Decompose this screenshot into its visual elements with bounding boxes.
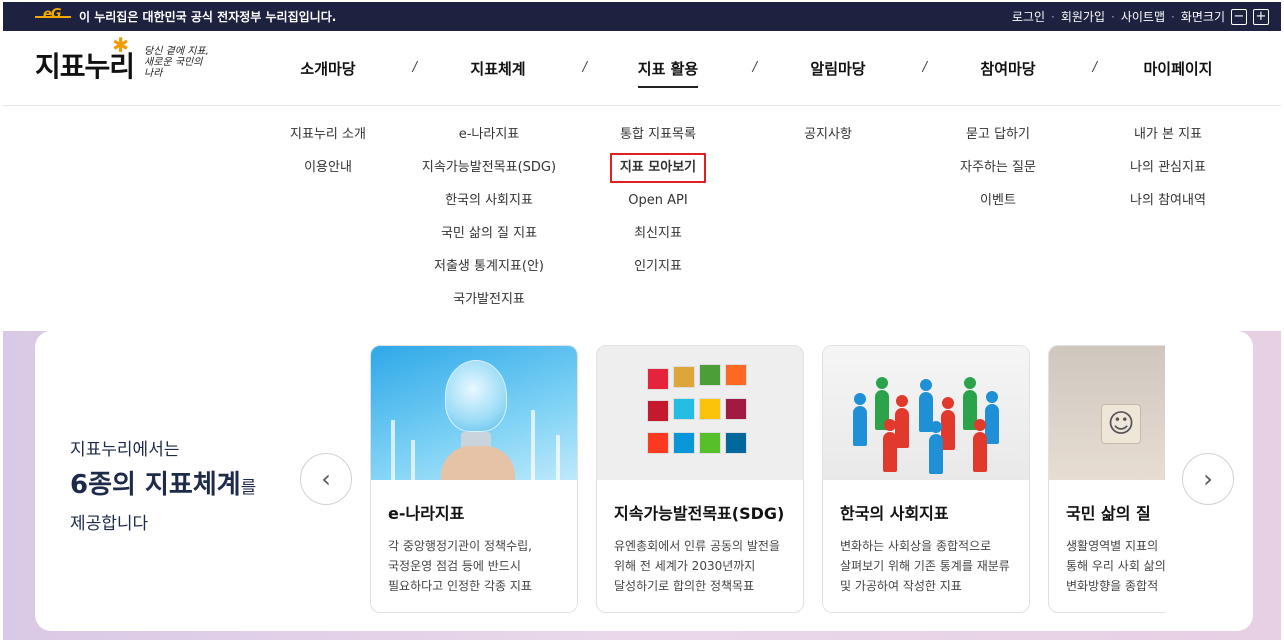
card-desc: 생활영역별 지표의 통해 우리 사회 삶의 변화방향을 종합적 <box>1066 539 1165 593</box>
submenu-mypage: 내가 본 지표 나의 관심지표 나의 참여내역 <box>1083 125 1253 224</box>
nav-indicator-system[interactable]: 지표체계 / <box>413 58 587 79</box>
site-logo[interactable]: 지표누리 ✱ 당신 곁에 지표, 새로운 국민의 나라 <box>35 33 214 85</box>
login-link[interactable]: 로그인 <box>1012 8 1045 25</box>
submenu-item[interactable]: 내가 본 지표 <box>1083 125 1253 158</box>
nav-indicator-use[interactable]: 지표 활용 / <box>583 58 757 88</box>
card-desc: 각 중앙행정기관이 정책수립, 국정운영 점검 등에 반드시 필요하다고 인정한… <box>388 539 532 593</box>
indicator-carousel: e-나라지표 각 중앙행정기관이 정책수립, 국정운영 점검 등에 반드시 필요… <box>370 345 1165 615</box>
sdg-cube-image <box>597 346 803 480</box>
nav-notice[interactable]: 알림마당 / <box>753 58 927 79</box>
submenu-item[interactable]: 자주하는 질문 <box>913 158 1083 191</box>
submenu-intro: 지표누리 소개 이용안내 <box>243 125 413 191</box>
intro-line2: 6종의 지표체계를 <box>70 470 257 500</box>
submenu-item[interactable]: 저출생 통계지표(안) <box>403 257 575 290</box>
submenu-item[interactable]: 국가발전지표 <box>403 290 575 323</box>
gov-notice: eG 이 누리집은 대한민국 공식 전자정부 누리집입니다. <box>35 7 337 25</box>
separator-dot: · <box>1051 9 1055 24</box>
smile-block-image: ☺ <box>1049 346 1165 480</box>
submenu-participation: 묻고 답하기 자주하는 질문 이벤트 <box>913 125 1083 224</box>
card-e-nara[interactable]: e-나라지표 각 중앙행정기관이 정책수립, 국정운영 점검 등에 반드시 필요… <box>370 345 578 613</box>
indicator-system-section: 지표누리에서는 6종의 지표체계를 제공합니다 ‹ e-나라지표 각 중앙행정기… <box>3 331 1281 640</box>
submenu-item[interactable]: 국민 삶의 질 지표 <box>403 224 575 257</box>
intro-line3: 제공합니다 <box>70 514 149 534</box>
nav-intro[interactable]: 소개마당 / <box>243 58 417 79</box>
intro-text: 지표누리에서는 6종의 지표체계를 제공합니다 <box>70 435 256 534</box>
submenu-notice: 공지사항 <box>743 125 913 158</box>
submenu-item[interactable]: 이용안내 <box>243 158 413 191</box>
egov-logo: eG <box>35 7 71 24</box>
card-title: 지속가능발전목표(SDG) <box>614 504 785 523</box>
submenu-item[interactable]: 인기지표 <box>573 257 743 290</box>
signup-link[interactable]: 회원가입 <box>1061 8 1105 25</box>
submenu-item[interactable]: 한국의 사회지표 <box>403 191 575 224</box>
indicator-panel: 지표누리에서는 6종의 지표체계를 제공합니다 ‹ e-나라지표 각 중앙행정기… <box>35 331 1253 631</box>
site-header: 지표누리 ✱ 당신 곁에 지표, 새로운 국민의 나라 소개마당 / 지표체계 / … <box>3 31 1281 106</box>
card-title: 한국의 사회지표 <box>840 504 949 523</box>
separator-dot: · <box>1111 9 1115 24</box>
submenu-item[interactable]: 묻고 답하기 <box>913 125 1083 158</box>
submenu-indicator-system: e-나라지표 지속가능발전목표(SDG) 한국의 사회지표 국민 삶의 질 지표… <box>403 125 575 323</box>
gov-banner: eG 이 누리집은 대한민국 공식 전자정부 누리집입니다. 로그인 · 회원가… <box>3 2 1281 31</box>
submenu-item[interactable]: 지표누리 소개 <box>243 125 413 158</box>
submenu-item-highlighted[interactable]: 지표 모아보기 <box>609 153 707 183</box>
zoom-out-button[interactable]: − <box>1231 8 1247 25</box>
figures-image <box>823 346 1029 480</box>
smile-icon: ☺ <box>1101 404 1141 444</box>
card-social[interactable]: 한국의 사회지표 변화하는 사회상을 종합적으로 살펴보기 위해 기존 통계를 … <box>822 345 1030 613</box>
submenu-item[interactable]: 최신지표 <box>573 224 743 257</box>
chevron-right-icon: › <box>1203 465 1213 493</box>
gov-notice-text: 이 누리집은 대한민국 공식 전자정부 누리집입니다. <box>79 10 337 24</box>
submenu-item[interactable]: 나의 관심지표 <box>1083 158 1253 191</box>
nav-participation[interactable]: 참여마당 / <box>923 58 1097 79</box>
lightbulb-image <box>371 346 577 480</box>
card-quality-of-life[interactable]: ☺ 국민 삶의 질 생활영역별 지표의 통해 우리 사회 삶의 변화방향을 종합… <box>1048 345 1165 613</box>
zoom-in-button[interactable]: + <box>1253 8 1269 25</box>
submenu-item[interactable]: 이벤트 <box>913 191 1083 224</box>
carousel-next-button[interactable]: › <box>1182 453 1234 505</box>
intro-line1: 지표누리에서는 <box>70 440 180 460</box>
nav-mypage[interactable]: 마이페이지 <box>1093 58 1263 79</box>
logo-slogan: 당신 곁에 지표, 새로운 국민의 나라 <box>144 46 209 79</box>
card-title: 국민 삶의 질 <box>1066 504 1151 523</box>
submenu-item[interactable]: 지속가능발전목표(SDG) <box>403 158 575 191</box>
submenu-item[interactable]: 공지사항 <box>743 125 913 158</box>
chevron-left-icon: ‹ <box>321 465 331 493</box>
mega-menu: 지표누리 소개 이용안내 e-나라지표 지속가능발전목표(SDG) 한국의 사회… <box>3 107 1281 331</box>
star-icon: ✱ <box>112 33 129 57</box>
main-navigation: 소개마당 / 지표체계 / 지표 활용 / 알림마당 / 참여마당 / 마이페이지 <box>243 31 1263 106</box>
sitemap-link[interactable]: 사이트맵 <box>1121 8 1165 25</box>
separator-dot: · <box>1171 9 1175 24</box>
card-desc: 유엔총회에서 인류 공동의 발전을 위해 전 세계가 2030년까지 달성하기로… <box>614 539 781 593</box>
card-desc: 변화하는 사회상을 종합적으로 살펴보기 위해 기존 통계를 재분류 및 가공하… <box>840 539 1010 593</box>
submenu-item[interactable]: e-나라지표 <box>403 125 575 158</box>
card-title: e-나라지표 <box>388 504 465 523</box>
submenu-item[interactable]: 나의 참여내역 <box>1083 191 1253 224</box>
utility-links: 로그인 · 회원가입 · 사이트맵 · 화면크기 − + <box>1012 8 1269 25</box>
zoom-label: 화면크기 <box>1180 10 1225 24</box>
card-sdg[interactable]: 지속가능발전목표(SDG) 유엔총회에서 인류 공동의 발전을 위해 전 세계가… <box>596 345 804 613</box>
submenu-indicator-use: 통합 지표목록 지표 모아보기 Open API 최신지표 인기지표 <box>573 125 743 290</box>
submenu-item[interactable]: Open API <box>573 191 743 224</box>
carousel-prev-button[interactable]: ‹ <box>300 453 352 505</box>
